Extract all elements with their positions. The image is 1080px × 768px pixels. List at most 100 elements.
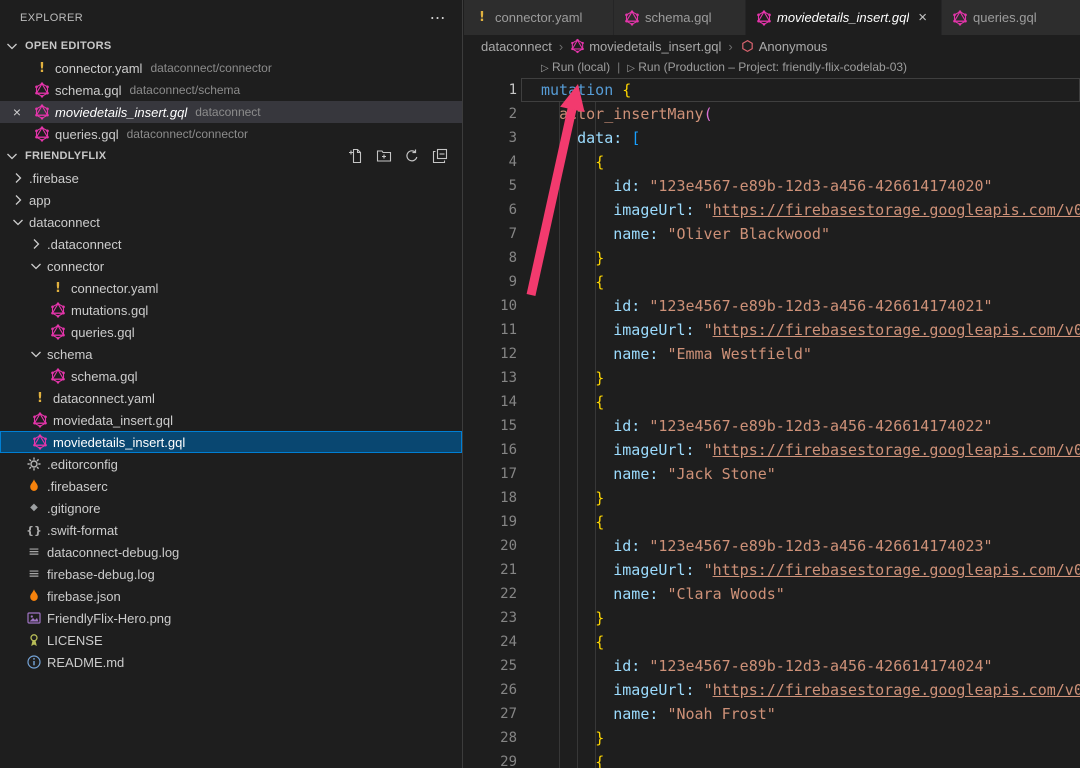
refresh-icon[interactable] [404,148,420,164]
breadcrumb-item-moviedetails-insert-gql[interactable]: moviedetails_insert.gql [570,39,721,54]
file-dataconnect-yaml[interactable]: !dataconnect.yaml [0,387,462,409]
code-line-13[interactable]: 13 } [464,366,1080,390]
breadcrumb-item-dataconnect[interactable]: dataconnect [481,39,552,54]
code-line-18[interactable]: 18 } [464,486,1080,510]
open-editor-schema-gql[interactable]: schema.gqldataconnect/schema [0,79,462,101]
file-mutations-gql[interactable]: mutations.gql [0,299,462,321]
code-area[interactable]: ▷ Run (local)|▷ Run (Production – Projec… [464,57,1080,768]
line-number: 24 [464,630,517,654]
tab-queries-gql[interactable]: queries.gql [942,0,1080,35]
line-number: 8 [464,246,517,270]
open-editor-path: dataconnect [195,105,260,119]
folder-firebase[interactable]: .firebase [0,167,462,189]
friendlyflix-header[interactable]: FRIENDLYFLIX [0,145,462,167]
graphql-icon [34,104,50,120]
close-icon[interactable]: × [918,9,927,26]
file-swift-format[interactable]: {}.swift-format [0,519,462,541]
code-line-11[interactable]: 11 imageUrl: "https://firebasestorage.go… [464,318,1080,342]
code-line-20[interactable]: 20 id: "123e4567-e89b-12d3-a456-42661417… [464,534,1080,558]
file-connector-yaml[interactable]: !connector.yaml [0,277,462,299]
file-gitignore[interactable]: ◆.gitignore [0,497,462,519]
file-license[interactable]: LICENSE [0,629,462,651]
code-line-3[interactable]: 3 data: [ [464,126,1080,150]
line-number: 1 [464,78,517,102]
code-line-24[interactable]: 24 { [464,630,1080,654]
open-editors-header[interactable]: OPEN EDITORS [0,35,462,57]
file-friendlyflix-hero-png[interactable]: FriendlyFlix-Hero.png [0,607,462,629]
file-editorconfig[interactable]: .editorconfig [0,453,462,475]
open-editor-queries-gql[interactable]: queries.gqldataconnect/connector [0,123,462,145]
codelens-run-link-0[interactable]: ▷ Run (local) [541,60,610,74]
tab-schema-gql[interactable]: schema.gql [614,0,746,35]
file-schema-gql[interactable]: schema.gql [0,365,462,387]
more-actions-icon[interactable]: ⋯ [430,10,446,26]
file-firebase-debug-log[interactable]: ≡firebase-debug.log [0,563,462,585]
file-readme-md[interactable]: README.md [0,651,462,673]
code-line-28[interactable]: 28 } [464,726,1080,750]
item-label: dataconnect.yaml [53,391,155,406]
item-label: README.md [47,655,124,670]
open-editor-moviedetails-insert-gql[interactable]: ×moviedetails_insert.gqldataconnect [0,101,462,123]
code-line-7[interactable]: 7 name: "Oliver Blackwood" [464,222,1080,246]
code-line-1[interactable]: 1mutation { [464,78,1080,102]
code-line-10[interactable]: 10 id: "123e4567-e89b-12d3-a456-42661417… [464,294,1080,318]
open-editor-connector-yaml[interactable]: !connector.yamldataconnect/connector [0,57,462,79]
code-line-23[interactable]: 23 } [464,606,1080,630]
diamond-icon: ◆ [26,500,42,516]
code-line-15[interactable]: 15 id: "123e4567-e89b-12d3-a456-42661417… [464,414,1080,438]
file-dataconnect-debug-log[interactable]: ≡dataconnect-debug.log [0,541,462,563]
code-line-8[interactable]: 8 } [464,246,1080,270]
code-line-14[interactable]: 14 { [464,390,1080,414]
code-line-26[interactable]: 26 imageUrl: "https://firebasestorage.go… [464,678,1080,702]
tab-connector-yaml[interactable]: !connector.yaml [464,0,614,35]
folder-dataconnect[interactable]: dataconnect [0,211,462,233]
line-number: 6 [464,198,517,222]
folder-dataconnect[interactable]: .dataconnect [0,233,462,255]
close-icon[interactable]: × [9,101,25,123]
collapse-all-icon[interactable] [432,148,448,164]
item-label: connector [47,259,104,274]
file-firebase-json[interactable]: firebase.json [0,585,462,607]
code-line-16[interactable]: 16 imageUrl: "https://firebasestorage.go… [464,438,1080,462]
code-line-12[interactable]: 12 name: "Emma Westfield" [464,342,1080,366]
code-line-5[interactable]: 5 id: "123e4567-e89b-12d3-a456-426614174… [464,174,1080,198]
item-label: .firebase [29,171,79,186]
code-line-22[interactable]: 22 name: "Clara Woods" [464,582,1080,606]
code-line-21[interactable]: 21 imageUrl: "https://firebasestorage.go… [464,558,1080,582]
file-firebaserc[interactable]: .firebaserc [0,475,462,497]
new-folder-icon[interactable] [376,148,392,164]
folder-app[interactable]: app [0,189,462,211]
folder-schema[interactable]: schema [0,343,462,365]
item-label: queries.gql [71,325,135,340]
code-line-2[interactable]: 2 actor_insertMany( [464,102,1080,126]
code-line-19[interactable]: 19 { [464,510,1080,534]
chevron-right-icon [10,192,26,208]
new-file-icon[interactable] [348,148,364,164]
line-text: mutation { [517,78,1080,102]
breadcrumb-label: Anonymous [759,39,828,54]
file-moviedata-insert-gql[interactable]: moviedata_insert.gql [0,409,462,431]
codelens: ▷ Run (local)|▷ Run (Production – Projec… [464,57,1080,78]
breadcrumb-item-anonymous[interactable]: Anonymous [740,39,828,54]
code-line-25[interactable]: 25 id: "123e4567-e89b-12d3-a456-42661417… [464,654,1080,678]
item-label: firebase.json [47,589,121,604]
code-line-6[interactable]: 6 imageUrl: "https://firebasestorage.goo… [464,198,1080,222]
line-text: name: "Emma Westfield" [517,342,1080,366]
item-label: mutations.gql [71,303,148,318]
code-line-9[interactable]: 9 { [464,270,1080,294]
code-line-4[interactable]: 4 { [464,150,1080,174]
file-moviedetails-insert-gql[interactable]: moviedetails_insert.gql [0,431,462,453]
line-text: name: "Clara Woods" [517,582,1080,606]
tab-moviedetails-insert-gql[interactable]: moviedetails_insert.gql× [746,0,942,35]
open-editor-label: queries.gql [55,127,119,142]
line-text: imageUrl: "https://firebasestorage.googl… [517,198,1080,222]
codelens-run-link-1[interactable]: ▷ Run (Production – Project: friendly-fl… [627,60,907,74]
code-line-27[interactable]: 27 name: "Noah Frost" [464,702,1080,726]
file-queries-gql[interactable]: queries.gql [0,321,462,343]
line-text: name: "Jack Stone" [517,462,1080,486]
item-label: .swift-format [47,523,118,538]
code-line-29[interactable]: 29 { [464,750,1080,768]
code-line-17[interactable]: 17 name: "Jack Stone" [464,462,1080,486]
line-text: } [517,726,1080,750]
folder-connector[interactable]: connector [0,255,462,277]
